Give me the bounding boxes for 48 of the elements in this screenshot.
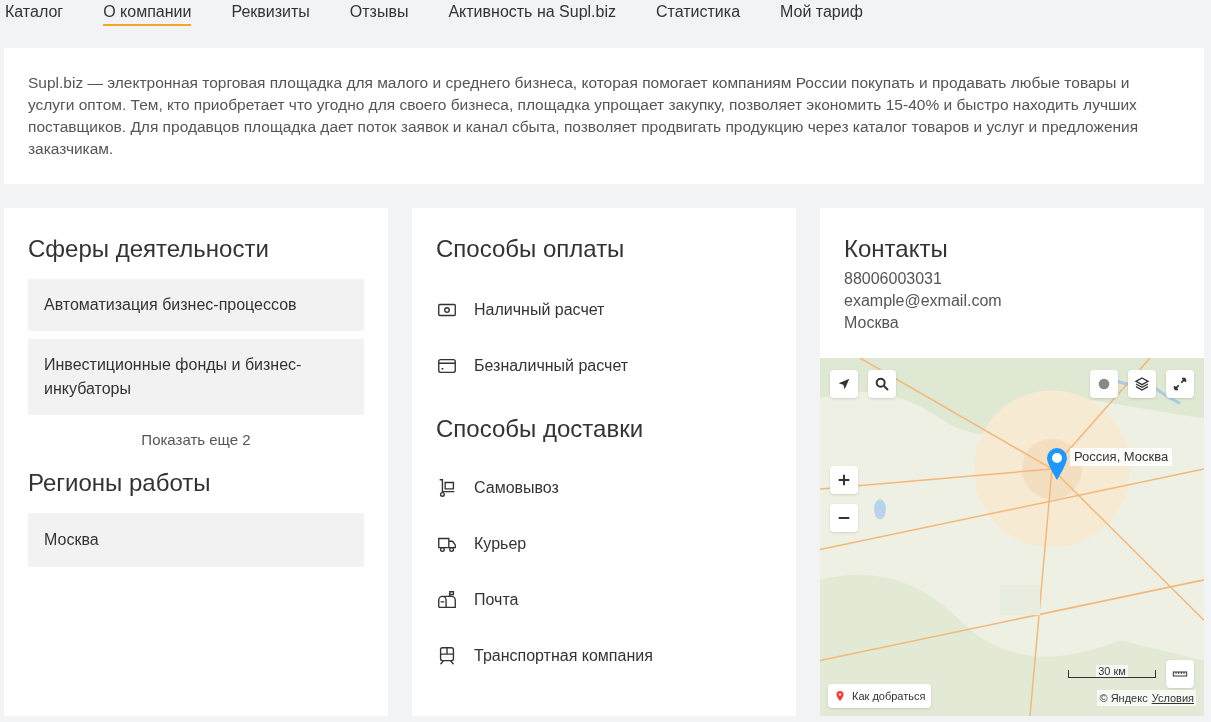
phone-number: 88006003031 xyxy=(844,269,943,289)
expand-icon xyxy=(1172,376,1188,392)
terms-link[interactable]: Условия xyxy=(1151,689,1194,706)
email-address: example@exmail.com xyxy=(844,291,1003,311)
fullscreen-button[interactable] xyxy=(1166,370,1194,398)
show-more-link[interactable]: Показать еще 2 xyxy=(28,429,364,452)
delivery-method: Самовывоз xyxy=(474,478,559,498)
nav-tab[interactable]: Отзывы xyxy=(349,0,409,26)
nav-tab[interactable]: Мой тариф xyxy=(780,0,863,26)
region-tag: Москва xyxy=(28,513,364,567)
arrow-icon xyxy=(836,376,852,392)
locate-button[interactable] xyxy=(830,370,858,398)
ruler-button[interactable] xyxy=(1166,660,1194,688)
placemark-hint: Россия, Москва xyxy=(1070,448,1173,466)
city-text: Москва xyxy=(844,313,900,333)
search-icon xyxy=(874,376,890,392)
scale-label: 30 км xyxy=(1096,665,1128,677)
section-title: Способы оплаты xyxy=(436,234,626,264)
section-title: Регионы работы xyxy=(28,468,212,498)
zoom-out-button[interactable] xyxy=(830,504,858,532)
activity-tag: Инвестиционные фонды и бизнес-инкубаторы xyxy=(28,339,364,415)
section-title: Способы доставки xyxy=(436,414,645,444)
mailbox-icon xyxy=(436,589,458,611)
section-title: Сферы деятельности xyxy=(28,234,270,264)
layers-icon xyxy=(1134,376,1150,392)
delivery-method: Курьер xyxy=(474,534,527,554)
nav-tab[interactable]: Реквизиты xyxy=(231,0,310,26)
minus-icon xyxy=(836,516,852,520)
payment-method: Наличный расчет xyxy=(474,300,605,320)
section-title: Контакты xyxy=(844,234,949,264)
zoom-in-button[interactable] xyxy=(830,466,858,494)
traffic-button[interactable] xyxy=(1090,370,1118,398)
circle-icon xyxy=(1096,376,1112,392)
copyright-text: © Яндекс xyxy=(1099,690,1148,706)
activity-tag: Автоматизация бизнес-процессов xyxy=(28,279,364,331)
delivery-method: Почта xyxy=(474,590,519,610)
delivery-method: Транспортная компания xyxy=(474,646,653,666)
nav-tab[interactable]: Активность на Supl.biz xyxy=(448,0,616,26)
description-text: Supl.biz — электронная торговая площадка для малого и среднего бизнеса, которая помогает компаниям России покупать и продавать любые товары и услуги оптом. Тем, кто приобретает что угодно для своего бизнеса, площадка упрощает закупку, позволяет экономить 15-40% и быстро находить лучших поставщиков. Для продавцов площадка дает поток заявок и канал сбыта, позволяет продвигать продукцию через каталог товаров и услуг и предложения заказчикам. xyxy=(28,73,1140,159)
plus-icon xyxy=(836,472,852,488)
nav-tab[interactable]: О компании xyxy=(103,0,192,26)
map-pin-icon xyxy=(1045,446,1069,482)
route-button[interactable]: Как добраться xyxy=(828,684,932,708)
nav-tab[interactable]: Каталог xyxy=(5,0,64,26)
search-button[interactable] xyxy=(868,370,896,398)
payment-method: Безналичный расчет xyxy=(474,356,629,376)
nav-tab[interactable]: Статистика xyxy=(656,0,741,26)
layers-button[interactable] xyxy=(1128,370,1156,398)
